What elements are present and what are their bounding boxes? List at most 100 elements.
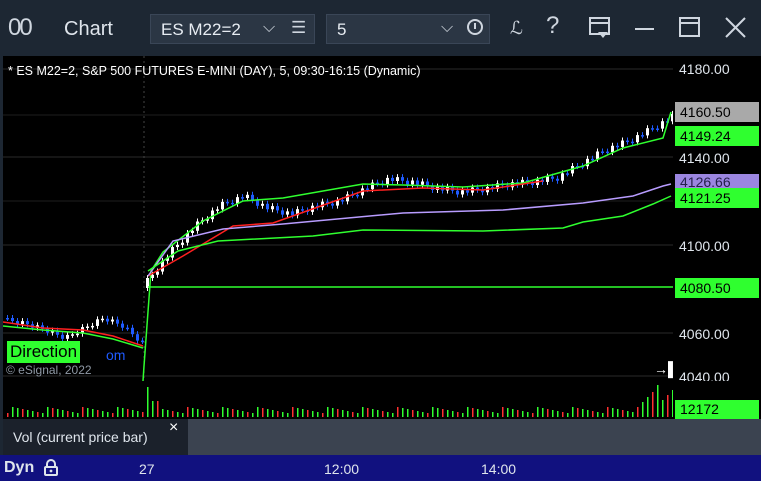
candle: [101, 318, 104, 321]
candle: [566, 173, 569, 175]
volume-bar: [627, 411, 629, 417]
volume-bar: [247, 412, 249, 417]
close-icon[interactable]: ×: [169, 419, 178, 437]
template-icon[interactable]: [589, 16, 611, 40]
last-price-badge: 4160.50: [675, 102, 759, 122]
price-tick: 4140.00: [679, 150, 730, 166]
candle: [641, 135, 644, 137]
volume-bar: [557, 411, 559, 417]
volume-bar: [507, 408, 509, 417]
menu-icon[interactable]: ☰: [291, 18, 306, 38]
volume-bar: [497, 413, 499, 417]
clock-icon[interactable]: [467, 19, 483, 35]
volume-bar: [512, 409, 514, 417]
purple-band-badge: 4126.66: [675, 174, 759, 188]
candle: [621, 140, 624, 147]
volume-bar: [522, 411, 524, 417]
volume-pane[interactable]: [3, 381, 679, 419]
volume-bar: [7, 413, 9, 417]
price-plot[interactable]: [2, 56, 679, 382]
candle: [626, 140, 629, 143]
volume-legend[interactable]: Vol (current price bar) ×: [3, 419, 188, 455]
volume-bar: [382, 411, 384, 417]
volume-badge: 12172: [675, 400, 759, 419]
volume-bar: [357, 413, 359, 417]
volume-bar: [437, 408, 439, 417]
volume-bar: [77, 413, 79, 417]
candle: [631, 141, 634, 144]
volume-bar: [277, 411, 279, 417]
candle: [176, 244, 179, 248]
volume-bar: [587, 410, 589, 417]
app-icon[interactable]: 00: [8, 14, 33, 42]
volume-bar: [257, 407, 259, 417]
volume-bar: [62, 410, 64, 417]
copyright: © eSignal, 2022: [6, 363, 92, 377]
candle: [261, 203, 264, 206]
symbol-selector[interactable]: ES M22=2 ⌵ ☰: [150, 14, 315, 44]
chevron-down-icon[interactable]: ⌵: [263, 19, 275, 37]
draw-icon[interactable]: ℒ: [510, 18, 523, 39]
volume-bar: [82, 407, 84, 417]
interval-selector[interactable]: 5 ⌵: [326, 14, 490, 44]
dynamic-mode-label[interactable]: Dyn: [4, 459, 34, 477]
candle: [126, 327, 129, 330]
volume-bar: [632, 412, 634, 417]
candle: [286, 211, 289, 215]
volume-bar: [227, 408, 229, 417]
candle: [466, 190, 469, 193]
maximize-icon[interactable]: [679, 16, 701, 40]
lock-icon[interactable]: [44, 459, 58, 476]
volume-bar: [592, 411, 594, 417]
volume-bar: [237, 410, 239, 417]
volume-bar: [492, 412, 494, 417]
volume-footer: [188, 419, 761, 455]
volume-bar: [582, 409, 584, 417]
volume-bar: [392, 413, 394, 417]
volume-bar: [552, 410, 554, 417]
volume-bar: [67, 411, 69, 417]
volume-bar: [342, 410, 344, 417]
volume-bar: [127, 409, 129, 417]
volume-bar: [307, 410, 309, 417]
candle: [241, 197, 244, 199]
volume-bar: [122, 408, 124, 417]
volume-bar: [182, 413, 184, 417]
volume-bar: [37, 412, 39, 417]
candle: [416, 180, 419, 185]
candle: [221, 201, 224, 210]
candle: [461, 190, 464, 195]
close-icon[interactable]: [724, 16, 748, 40]
volume-bar: [372, 409, 374, 417]
minimize-icon[interactable]: [634, 16, 656, 40]
volume-bar: [192, 408, 194, 417]
candle: [646, 128, 649, 136]
volume-bar: [292, 407, 294, 417]
chevron-down-icon[interactable]: ⌵: [441, 19, 453, 37]
volume-bar: [52, 408, 54, 417]
vwap-line: [147, 180, 544, 277]
volume-bar: [537, 407, 539, 417]
volume-bar: [362, 407, 364, 417]
volume-bar: [167, 410, 169, 417]
volume-bar: [412, 410, 414, 417]
volume-bar: [27, 410, 29, 417]
volume-bar: [542, 408, 544, 417]
candle: [66, 334, 69, 339]
time-axis[interactable]: Dyn 27 12:00 14:00: [0, 455, 761, 481]
volume-bar: [302, 409, 304, 417]
time-label: 27: [139, 461, 155, 477]
direction-label[interactable]: Direction: [7, 341, 81, 363]
candle: [411, 180, 414, 185]
volume-bar: [467, 407, 469, 417]
volume-bar: [447, 410, 449, 417]
volume-bar: [327, 407, 329, 417]
help-button[interactable]: ?: [546, 12, 559, 40]
volume-bar: [612, 408, 614, 417]
candle: [226, 201, 229, 204]
candle: [131, 327, 134, 335]
chart-plot[interactable]: [2, 56, 679, 382]
candle: [606, 151, 609, 154]
volume-bar: [87, 408, 89, 417]
level-badge: 4080.50: [675, 278, 759, 298]
